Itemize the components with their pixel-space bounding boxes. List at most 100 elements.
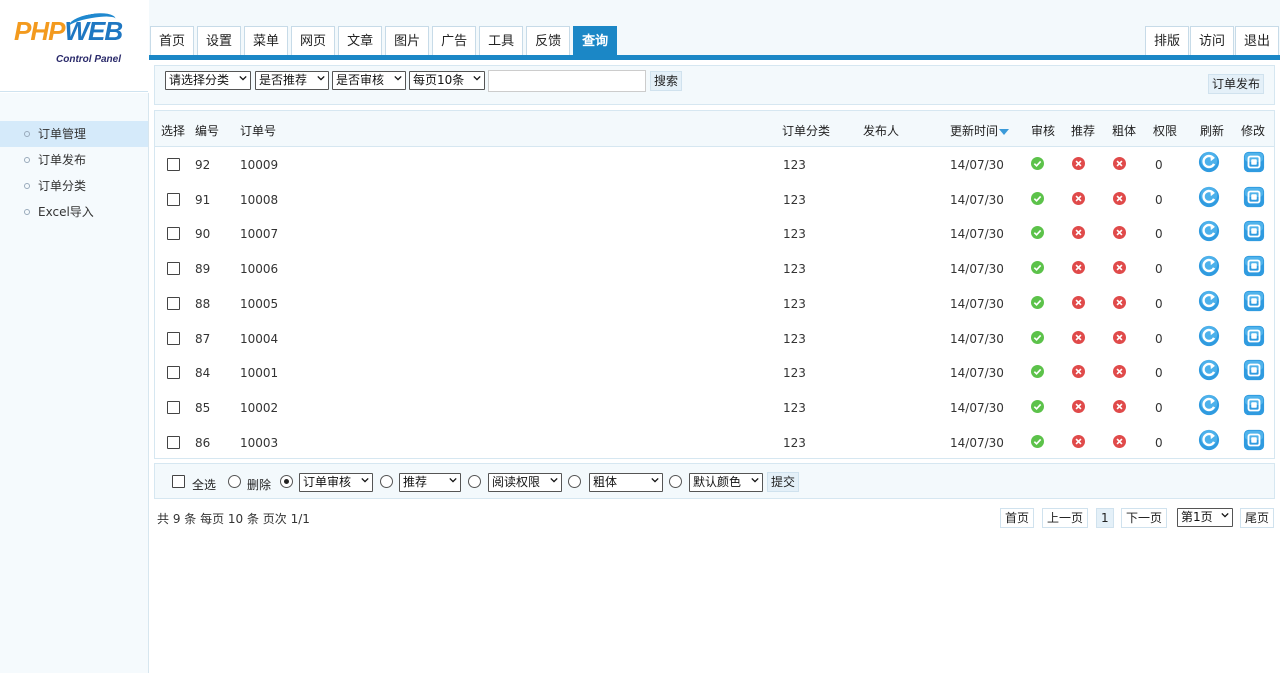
cross-icon[interactable] [1072,399,1085,413]
edit-icon[interactable] [1243,325,1265,347]
color-radio[interactable] [669,475,682,488]
refresh-icon[interactable] [1198,429,1220,451]
tab-0[interactable]: 首页 [150,26,195,56]
cross-icon[interactable] [1113,330,1126,344]
refresh-icon[interactable] [1198,394,1220,416]
cross-icon[interactable] [1072,226,1085,240]
edit-icon[interactable] [1243,290,1265,312]
prev-page-button[interactable]: 上一页 [1042,508,1089,528]
edit-icon[interactable] [1243,359,1265,381]
cross-icon[interactable] [1072,330,1085,344]
tab-2[interactable]: 菜单 [244,26,289,56]
cross-icon[interactable] [1113,157,1126,170]
check-icon[interactable] [1031,295,1044,309]
right-tab-0[interactable]: 排版 [1145,26,1189,56]
pagesize-select[interactable]: 每页10条 [409,71,485,90]
first-page-button[interactable]: 首页 [1000,508,1035,528]
sidebar-item-3[interactable]: Excel导入 [0,199,148,225]
cross-icon[interactable] [1113,295,1126,309]
batch-submit-button[interactable]: 提交 [767,472,800,492]
tab-5[interactable]: 图片 [385,26,430,56]
cross-icon[interactable] [1072,365,1085,379]
search-input[interactable] [488,70,646,92]
tab-8[interactable]: 反馈 [526,26,571,56]
batch-audit-select[interactable]: 订单审核 [299,473,373,492]
edit-icon[interactable] [1243,151,1265,173]
next-page-button[interactable]: 下一页 [1121,508,1168,528]
tab-1[interactable]: 设置 [197,26,242,56]
cell-order-no[interactable]: 10008 [240,193,278,207]
row-checkbox[interactable] [167,331,180,345]
tab-6[interactable]: 广告 [432,26,477,56]
check-icon[interactable] [1031,191,1044,205]
recommend-select[interactable]: 是否推荐 [255,71,329,90]
sidebar-item-0[interactable]: 订单管理 [0,121,148,147]
category-select[interactable]: 请选择分类 [165,71,251,90]
cross-icon[interactable] [1072,295,1085,309]
batch-bold-select[interactable]: 粗体 [589,473,663,492]
edit-icon[interactable] [1243,429,1265,451]
publish-order-button[interactable]: 订单发布 [1208,74,1265,94]
check-icon[interactable] [1031,330,1044,344]
row-checkbox[interactable] [167,227,180,241]
row-checkbox[interactable] [167,158,180,171]
tab-4[interactable]: 文章 [338,26,383,56]
cross-icon[interactable] [1072,157,1085,170]
permission-radio[interactable] [468,475,481,488]
sidebar-item-2[interactable]: 订单分类 [0,173,148,199]
delete-radio[interactable] [228,475,241,488]
cross-icon[interactable] [1072,191,1085,205]
batch-color-select[interactable]: 默认颜色 [689,473,763,492]
tab-9[interactable]: 查询 [573,26,618,56]
sidebar-item-1[interactable]: 订单发布 [0,147,148,173]
right-tab-2[interactable]: 退出 [1235,26,1279,56]
right-tab-1[interactable]: 访问 [1190,26,1234,56]
check-icon[interactable] [1031,434,1044,448]
edit-icon[interactable] [1243,186,1265,208]
cross-icon[interactable] [1113,226,1126,240]
cross-icon[interactable] [1113,365,1126,379]
cross-icon[interactable] [1072,261,1085,275]
cell-order-no[interactable]: 10009 [240,158,278,172]
batch-permission-select[interactable]: 阅读权限 [488,473,562,492]
current-page-button[interactable]: 1 [1096,508,1114,528]
check-icon[interactable] [1031,261,1044,275]
header-updated[interactable]: 更新时间 [950,122,1010,139]
row-checkbox[interactable] [167,192,180,206]
refresh-icon[interactable] [1198,325,1220,347]
edit-icon[interactable] [1243,255,1265,277]
row-checkbox[interactable] [167,435,180,449]
refresh-icon[interactable] [1198,359,1220,381]
row-checkbox[interactable] [167,262,180,276]
cell-order-no[interactable]: 10006 [240,262,278,276]
page-select[interactable]: 第1页 [1177,508,1233,527]
edit-icon[interactable] [1243,220,1265,242]
cell-order-no[interactable]: 10001 [240,366,278,380]
tab-3[interactable]: 网页 [291,26,336,56]
sort-down-icon[interactable] [999,129,1010,135]
bold-radio[interactable] [568,475,581,488]
search-button[interactable]: 搜索 [650,71,683,91]
cross-icon[interactable] [1113,191,1126,205]
edit-icon[interactable] [1243,394,1265,416]
cell-order-no[interactable]: 10003 [240,436,278,450]
audit-radio[interactable] [280,475,293,488]
cell-order-no[interactable]: 10004 [240,332,278,346]
cell-order-no[interactable]: 10002 [240,401,278,415]
refresh-icon[interactable] [1198,255,1220,277]
row-checkbox[interactable] [167,366,180,380]
row-checkbox[interactable] [167,296,180,310]
refresh-icon[interactable] [1198,186,1220,208]
refresh-icon[interactable] [1198,220,1220,242]
tab-7[interactable]: 工具 [479,26,524,56]
select-all-checkbox[interactable] [172,475,185,488]
cell-order-no[interactable]: 10007 [240,227,278,241]
cell-order-no[interactable]: 10005 [240,297,278,311]
check-icon[interactable] [1031,157,1044,170]
cross-icon[interactable] [1072,434,1085,448]
recommend-radio[interactable] [380,475,393,488]
cross-icon[interactable] [1113,261,1126,275]
batch-recommend-select[interactable]: 推荐 [399,473,461,492]
check-icon[interactable] [1031,226,1044,240]
refresh-icon[interactable] [1198,151,1220,173]
